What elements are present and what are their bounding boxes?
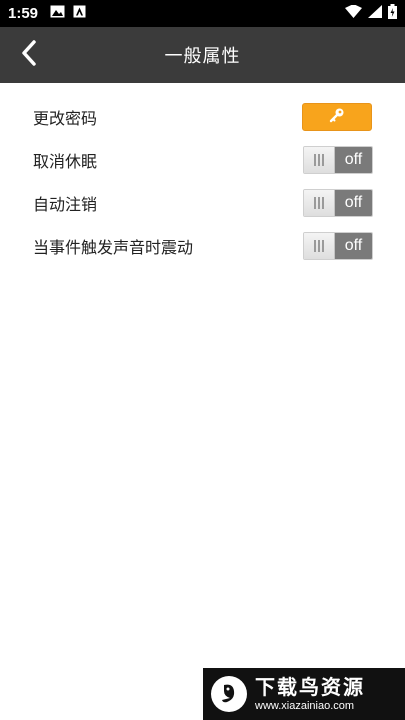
change-password-button[interactable] [302,102,372,131]
auto-logout-toggle[interactable]: off [303,188,373,217]
app-bar: 一般属性 [0,27,405,83]
toggle-state: off [335,189,372,216]
back-button[interactable] [14,40,44,70]
watermark-title: 下载鸟资源 [255,675,365,699]
toggle-thumb [304,146,335,173]
setting-label: 自动注销 [33,194,98,214]
status-bar: 1:59 [0,0,405,27]
setting-row-cancel-sleep: 取消休眠 off [0,138,405,181]
toggle-state: off [335,146,372,173]
watermark-url: www.xiazainiao.com [255,700,355,712]
setting-label: 当事件触发声音时震动 [33,237,194,257]
toggle-state: off [335,232,372,259]
watermark-logo-icon [211,676,247,712]
setting-row-vibrate-on-event: 当事件触发声音时震动 off [0,224,405,267]
setting-label: 更改密码 [33,108,98,128]
wifi-icon [345,3,362,23]
toggle-thumb [304,232,335,259]
page-title: 一般属性 [164,46,241,67]
battery-icon [388,3,397,24]
signal-icon [368,4,382,23]
image-icon [50,5,65,23]
key-icon [329,107,345,127]
chevron-left-icon [21,40,37,70]
app-notification-icon [73,5,86,23]
toggle-thumb [304,189,335,216]
setting-label: 取消休眠 [33,151,98,171]
setting-row-change-password: 更改密码 [0,95,405,138]
status-right-icons [345,3,397,24]
vibrate-on-event-toggle[interactable]: off [303,231,373,260]
status-time: 1:59 [8,5,39,22]
watermark: 下载鸟资源 www.xiazainiao.com [203,668,405,720]
status-left-icons [50,5,86,23]
cancel-sleep-toggle[interactable]: off [303,145,373,174]
setting-row-auto-logout: 自动注销 off [0,181,405,224]
watermark-text: 下载鸟资源 www.xiazainiao.com [255,675,365,713]
